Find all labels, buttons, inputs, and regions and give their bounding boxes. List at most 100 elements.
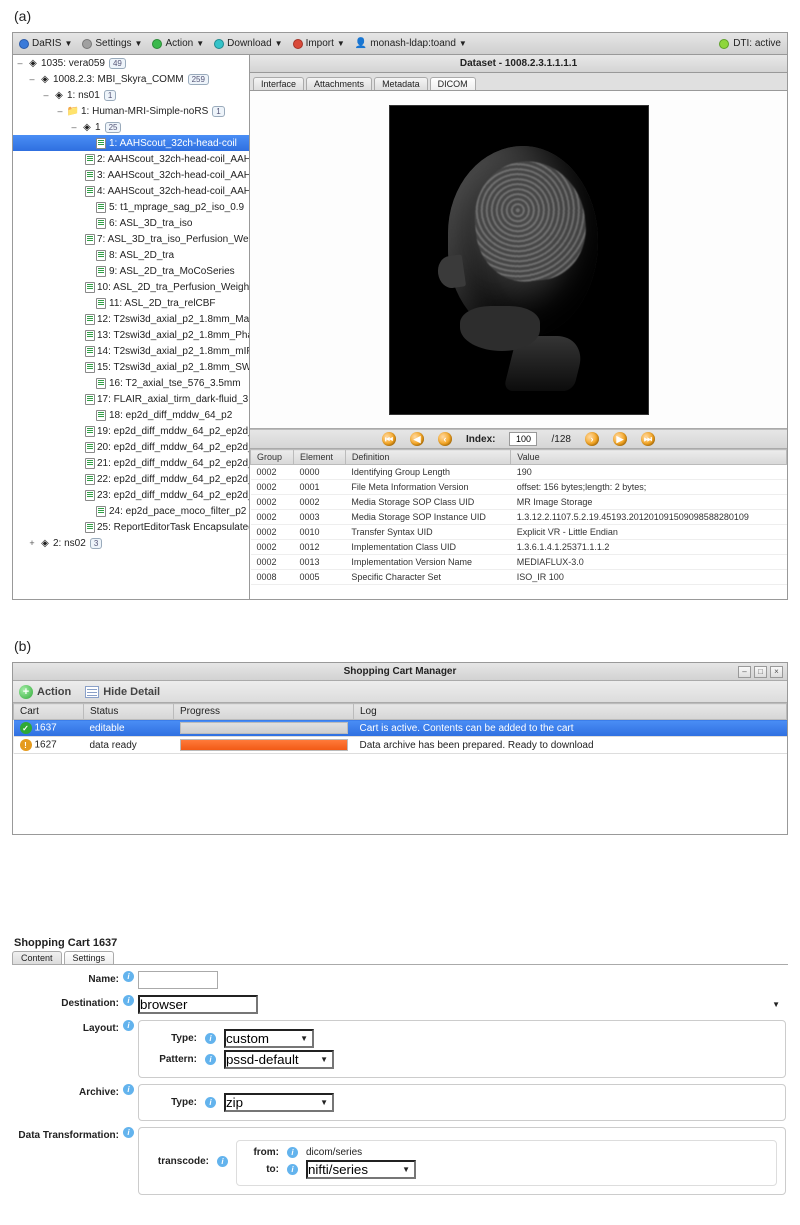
info-icon[interactable]: i (123, 1084, 134, 1095)
prev-slice-button[interactable]: ‹ (438, 432, 452, 446)
tab-attachments[interactable]: Attachments (306, 77, 372, 90)
collapse-icon[interactable]: – (15, 58, 25, 68)
tab-metadata[interactable]: Metadata (374, 77, 428, 90)
tree-dataset-item[interactable]: 6: ASL_3D_tra_iso (13, 215, 249, 231)
column-header[interactable]: Cart (14, 704, 84, 720)
cart-action-button[interactable]: +Action (19, 685, 71, 699)
table-row[interactable]: 00020003Media Storage SOP Instance UID1.… (251, 510, 787, 525)
tab-dicom[interactable]: DICOM (430, 77, 476, 90)
column-header[interactable]: Log (354, 704, 787, 720)
info-icon[interactable]: i (123, 1020, 134, 1031)
next-slice-button[interactable]: › (585, 432, 599, 446)
info-icon[interactable]: i (217, 1156, 228, 1167)
tab-content[interactable]: Content (12, 951, 62, 964)
table-row[interactable]: 00020010Transfer Syntax UIDExplicit VR -… (251, 525, 787, 540)
download-menu[interactable]: Download▼ (214, 38, 282, 49)
user-menu[interactable]: 👤monash-ldap:toand▼ (355, 38, 467, 49)
maximize-button[interactable]: □ (754, 666, 767, 678)
tree-dataset-item[interactable]: 2: AAHScout_32ch-head-coil_AAHS (13, 151, 249, 167)
info-icon[interactable]: i (287, 1164, 298, 1175)
destination-select[interactable] (138, 995, 258, 1014)
toggle-icon[interactable]: – (55, 106, 65, 116)
tree-dataset-item[interactable]: 13: T2swi3d_axial_p2_1.8mm_Pha (13, 327, 249, 343)
tree-dataset-item[interactable]: 10: ASL_2D_tra_Perfusion_Weighte (13, 279, 249, 295)
first-slice-button[interactable]: ⏮ (382, 432, 396, 446)
info-icon[interactable]: i (123, 1127, 134, 1138)
table-row[interactable]: 00020012Implementation Class UID1.3.6.1.… (251, 540, 787, 555)
info-icon[interactable]: i (287, 1147, 298, 1158)
tab-settings[interactable]: Settings (64, 951, 115, 964)
tree-dataset-item[interactable]: 23: ep2d_diff_mddw_64_p2_ep2d_d (13, 487, 249, 503)
tree-root[interactable]: –◈1035: vera05949 (13, 55, 249, 71)
tree-dataset-item[interactable]: 5: t1_mprage_sag_p2_iso_0.9 (13, 199, 249, 215)
toggle-icon[interactable]: – (69, 122, 79, 132)
dicom-tag-table[interactable]: GroupElementDefinitionValue00020000Ident… (250, 449, 787, 599)
tree-node[interactable]: –📁1: Human-MRI-Simple-noRS1 (13, 103, 249, 119)
tree-dataset-item[interactable]: 18: ep2d_diff_mddw_64_p2 (13, 407, 249, 423)
tree-dataset-item[interactable]: 22: ep2d_diff_mddw_64_p2_ep2d_d (13, 471, 249, 487)
tree-dataset-item[interactable]: 16: T2_axial_tse_576_3.5mm (13, 375, 249, 391)
table-row[interactable]: 00020013Implementation Version NameMEDIA… (251, 555, 787, 570)
next-fast-button[interactable]: ▶ (613, 432, 627, 446)
column-header[interactable]: Value (511, 450, 787, 465)
column-header[interactable]: Status (84, 704, 174, 720)
hide-detail-button[interactable]: Hide Detail (85, 686, 160, 698)
table-row[interactable]: 00020001File Meta Information Versionoff… (251, 480, 787, 495)
tree-dataset-item[interactable]: 12: T2swi3d_axial_p2_1.8mm_Mag (13, 311, 249, 327)
column-header[interactable]: Progress (174, 704, 354, 720)
tree-dataset-item[interactable]: 1: AAHScout_32ch-head-coil (13, 135, 249, 151)
tree-dataset-item[interactable]: 4: AAHScout_32ch-head-coil_AAHS (13, 183, 249, 199)
cart-row[interactable]: !1627data readyData archive has been pre… (14, 737, 787, 754)
prev-fast-button[interactable]: ◀ (410, 432, 424, 446)
toggle-icon[interactable]: – (27, 74, 37, 84)
tree-dataset-item[interactable]: 3: AAHScout_32ch-head-coil_AAHS (13, 167, 249, 183)
table-row[interactable]: 00020000Identifying Group Length190 (251, 465, 787, 480)
tree-node[interactable]: –◈1008.2.3: MBI_Skyra_COMM259 (13, 71, 249, 87)
dicom-image-viewer[interactable] (250, 91, 787, 429)
column-header[interactable]: Definition (345, 450, 510, 465)
expand-icon[interactable]: + (27, 538, 37, 548)
layout-pattern-select[interactable] (224, 1050, 334, 1069)
layout-type-select[interactable] (224, 1029, 314, 1048)
tree-dataset-item[interactable]: 25: ReportEditorTask Encapsulated (13, 519, 249, 535)
tree-dataset-item[interactable]: 15: T2swi3d_axial_p2_1.8mm_SWI (13, 359, 249, 375)
tree-dataset-item[interactable]: 11: ASL_2D_tra_relCBF (13, 295, 249, 311)
column-header[interactable]: Group (251, 450, 294, 465)
column-header[interactable]: Element (293, 450, 345, 465)
table-row[interactable]: 00080005Specific Character SetISO_IR 100 (251, 570, 787, 585)
tree-node[interactable]: –◈1: ns011 (13, 87, 249, 103)
action-menu[interactable]: Action▼ (152, 38, 204, 49)
info-icon[interactable]: i (205, 1097, 216, 1108)
cart-row[interactable]: ✓1637editableCart is active. Contents ca… (14, 720, 787, 737)
toggle-icon[interactable]: – (41, 90, 51, 100)
archive-type-select[interactable] (224, 1093, 334, 1112)
settings-menu[interactable]: Settings▼ (82, 38, 142, 49)
info-icon[interactable]: i (123, 995, 134, 1006)
name-input[interactable] (138, 971, 218, 989)
tab-interface[interactable]: Interface (253, 77, 304, 90)
tree-dataset-item[interactable]: 14: T2swi3d_axial_p2_1.8mm_mIP (13, 343, 249, 359)
minimize-button[interactable]: – (738, 666, 751, 678)
tree-node[interactable]: –◈125 (13, 119, 249, 135)
info-icon[interactable]: i (123, 971, 134, 982)
import-menu[interactable]: Import▼ (293, 38, 345, 49)
tree-dataset-item[interactable]: 8: ASL_2D_tra (13, 247, 249, 263)
info-icon[interactable]: i (205, 1054, 216, 1065)
daris-menu[interactable]: DaRIS▼ (19, 38, 72, 49)
table-row[interactable]: 00020002Media Storage SOP Class UIDMR Im… (251, 495, 787, 510)
tree-dataset-item[interactable]: 24: ep2d_pace_moco_filter_p2 (13, 503, 249, 519)
tree-dataset-item[interactable]: 19: ep2d_diff_mddw_64_p2_ep2d_d (13, 423, 249, 439)
tree-dataset-item[interactable]: 21: ep2d_diff_mddw_64_p2_ep2d_d (13, 455, 249, 471)
tree-dataset-item[interactable]: 17: FLAIR_axial_tirm_dark-fluid_3.5 (13, 391, 249, 407)
slice-index-input[interactable] (509, 432, 537, 446)
tree-panel[interactable]: –◈1035: vera05949 –◈1008.2.3: MBI_Skyra_… (13, 55, 250, 599)
tree-dataset-item[interactable]: 9: ASL_2D_tra_MoCoSeries (13, 263, 249, 279)
close-button[interactable]: × (770, 666, 783, 678)
tree-dataset-item[interactable]: 7: ASL_3D_tra_iso_Perfusion_Weig (13, 231, 249, 247)
to-select[interactable] (306, 1160, 416, 1179)
info-icon[interactable]: i (205, 1033, 216, 1044)
last-slice-button[interactable]: ⏭ (641, 432, 655, 446)
tree-node-ns02[interactable]: +◈2: ns023 (13, 535, 249, 551)
tree-dataset-item[interactable]: 20: ep2d_diff_mddw_64_p2_ep2d_d (13, 439, 249, 455)
cart-table[interactable]: CartStatusProgressLog ✓1637editableCart … (13, 703, 787, 754)
